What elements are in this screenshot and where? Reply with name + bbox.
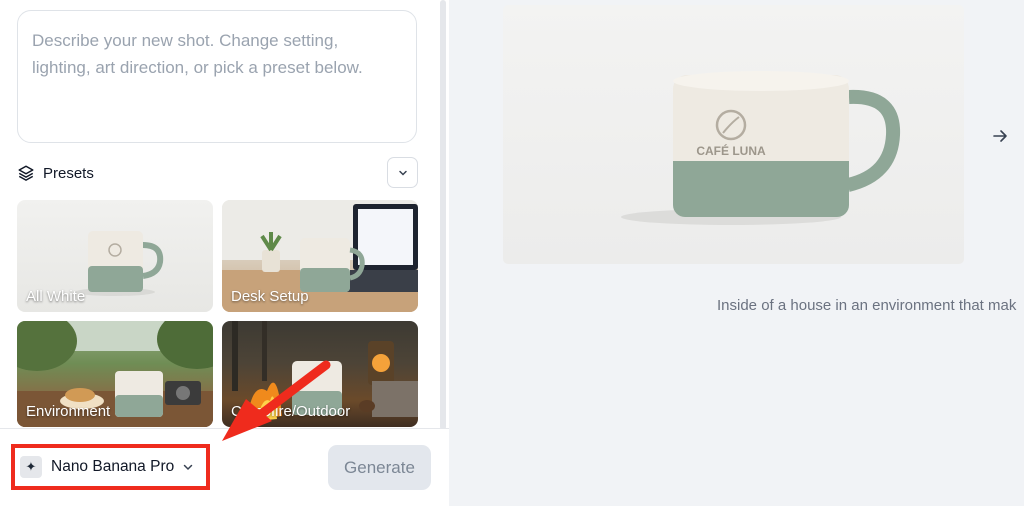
presets-title: Presets <box>43 164 94 182</box>
chevron-down-icon <box>398 170 407 176</box>
preset-tile-environment[interactable]: Environment <box>17 321 213 427</box>
preset-label: Desk Setup <box>231 288 309 305</box>
preset-tile-desk-setup[interactable]: Desk Setup <box>222 200 418 312</box>
generate-button[interactable]: Generate <box>328 445 431 490</box>
layers-icon <box>18 165 34 181</box>
preset-tile-all-white[interactable]: All White <box>17 200 213 312</box>
preview-caption: Inside of a house in an environment that… <box>717 297 1017 314</box>
prompt-input[interactable] <box>32 27 400 132</box>
mug-logo-text: CAFÉ LUNA <box>696 143 766 158</box>
right-panel: CAFÉ LUNA Inside of a house in an enviro… <box>449 0 1024 506</box>
prompt-box[interactable] <box>17 10 417 143</box>
preset-label: Environment <box>26 403 111 420</box>
presets-header: Presets <box>17 160 94 186</box>
presets-collapse-button[interactable] <box>387 157 418 188</box>
highlight-box <box>11 444 210 490</box>
scrollbar[interactable] <box>440 0 446 430</box>
arrow-right-icon[interactable] <box>989 125 1011 147</box>
mug-image: CAFÉ LUNA <box>621 71 901 225</box>
annotation-arrow-icon <box>222 360 331 441</box>
preview-image[interactable]: CAFÉ LUNA <box>503 5 964 264</box>
preset-label: All White <box>26 288 86 305</box>
